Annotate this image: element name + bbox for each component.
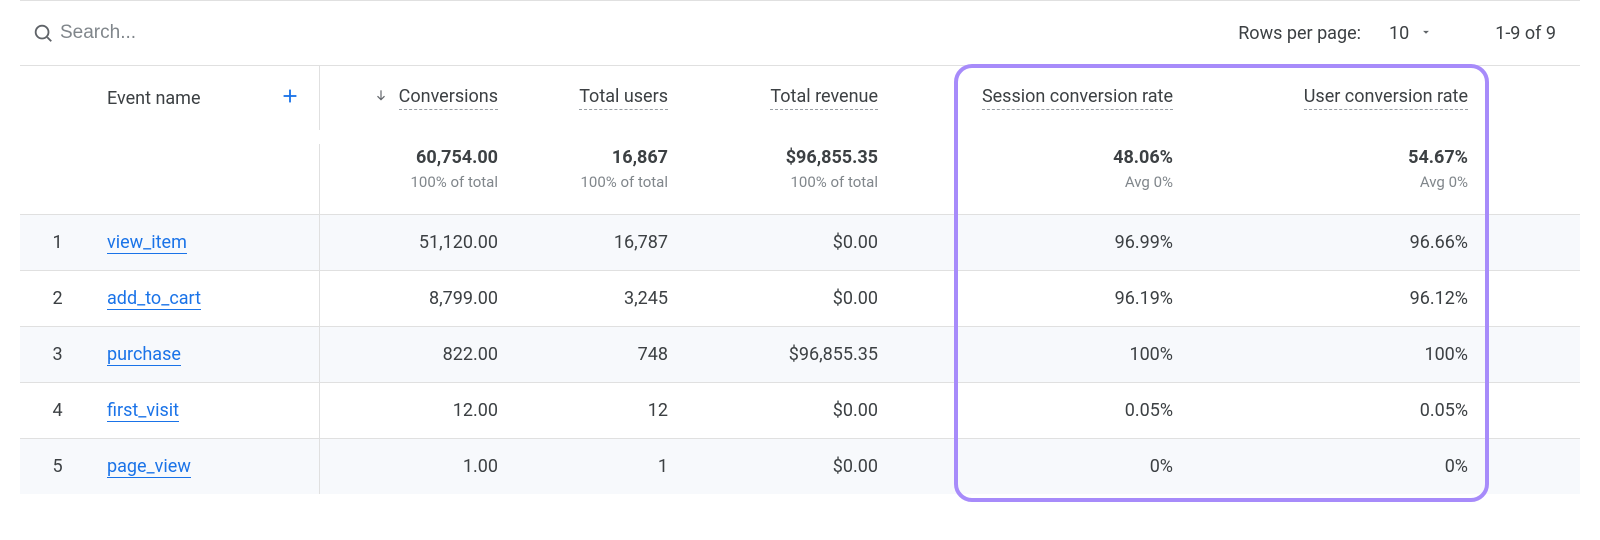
row-index: 2 <box>20 288 95 309</box>
cell-total-revenue: $0.00 <box>680 232 890 253</box>
event-name-cell: first_visit <box>95 383 320 438</box>
rows-per-page-select[interactable]: 10 <box>1389 23 1433 44</box>
cell-session-conversion-rate: 96.19% <box>890 288 1185 309</box>
cell-conversions: 51,120.00 <box>320 232 510 253</box>
cell-user-conversion-rate: 96.12% <box>1185 288 1480 309</box>
table-row: 5 page_view 1.00 1 $0.00 0% 0% <box>20 438 1580 494</box>
events-table: Event name Conversions Total users Total… <box>20 66 1580 494</box>
table-row: 1 view_item 51,120.00 16,787 $0.00 96.99… <box>20 214 1580 270</box>
event-name-cell: view_item <box>95 215 320 270</box>
summary-user-conv-rate: 54.67% <box>1408 144 1468 171</box>
cell-conversions: 12.00 <box>320 400 510 421</box>
page-range: 1-9 of 9 <box>1495 23 1556 44</box>
summary-total-users: 16,867 <box>612 144 668 171</box>
summary-total-revenue: $96,855.35 <box>786 144 878 171</box>
search-icon <box>28 22 58 44</box>
cell-total-revenue: $96,855.35 <box>680 344 890 365</box>
column-header-total-users[interactable]: Total users <box>510 86 680 110</box>
cell-conversions: 1.00 <box>320 456 510 477</box>
event-name-link[interactable]: add_to_cart <box>107 288 201 310</box>
event-name-cell: page_view <box>95 439 320 494</box>
summary-user-conv-rate-sub: Avg 0% <box>1420 171 1468 194</box>
event-name-link[interactable]: first_visit <box>107 400 179 422</box>
cell-session-conversion-rate: 96.99% <box>890 232 1185 253</box>
rows-per-page: Rows per page: 10 1-9 of 9 <box>1238 23 1572 44</box>
summary-session-conv-rate-sub: Avg 0% <box>1125 171 1173 194</box>
cell-total-users: 3,245 <box>510 288 680 309</box>
cell-user-conversion-rate: 0.05% <box>1185 400 1480 421</box>
cell-total-users: 12 <box>510 400 680 421</box>
row-index: 4 <box>20 400 95 421</box>
summary-total-revenue-sub: 100% of total <box>790 171 878 194</box>
sort-descending-icon <box>374 86 392 107</box>
cell-user-conversion-rate: 96.66% <box>1185 232 1480 253</box>
summary-session-conv-rate: 48.06% <box>1113 144 1173 171</box>
event-name-link[interactable]: purchase <box>107 344 181 366</box>
cell-conversions: 8,799.00 <box>320 288 510 309</box>
cell-total-revenue: $0.00 <box>680 456 890 477</box>
summary-total-users-sub: 100% of total <box>580 171 668 194</box>
event-name-link[interactable]: page_view <box>107 456 191 478</box>
rows-per-page-value: 10 <box>1389 23 1409 44</box>
cell-session-conversion-rate: 0% <box>890 456 1185 477</box>
chevron-down-icon <box>1419 23 1433 44</box>
event-name-cell: purchase <box>95 327 320 382</box>
table-row: 4 first_visit 12.00 12 $0.00 0.05% 0.05% <box>20 382 1580 438</box>
search-input[interactable] <box>58 21 1238 45</box>
summary-conversions-sub: 100% of total <box>410 171 498 194</box>
column-header-event-name[interactable]: Event name <box>107 88 201 109</box>
cell-total-users: 16,787 <box>510 232 680 253</box>
cell-session-conversion-rate: 0.05% <box>890 400 1185 421</box>
event-name-link[interactable]: view_item <box>107 232 187 254</box>
cell-conversions: 822.00 <box>320 344 510 365</box>
rows-per-page-label: Rows per page: <box>1238 23 1361 44</box>
row-index: 3 <box>20 344 95 365</box>
table-toolbar: Rows per page: 10 1-9 of 9 <box>20 0 1580 66</box>
table-row: 2 add_to_cart 8,799.00 3,245 $0.00 96.19… <box>20 270 1580 326</box>
cell-user-conversion-rate: 0% <box>1185 456 1480 477</box>
cell-total-users: 1 <box>510 456 680 477</box>
table-header-row: Event name Conversions Total users Total… <box>20 66 1580 130</box>
column-header-user-conversion-rate[interactable]: User conversion rate <box>1185 86 1480 110</box>
row-index: 5 <box>20 456 95 477</box>
cell-total-users: 748 <box>510 344 680 365</box>
column-header-conversions[interactable]: Conversions <box>320 86 510 110</box>
column-header-total-revenue[interactable]: Total revenue <box>680 86 890 110</box>
cell-session-conversion-rate: 100% <box>890 344 1185 365</box>
row-index: 1 <box>20 232 95 253</box>
event-name-cell: add_to_cart <box>95 271 320 326</box>
summary-conversions: 60,754.00 <box>416 144 498 171</box>
cell-total-revenue: $0.00 <box>680 288 890 309</box>
cell-user-conversion-rate: 100% <box>1185 344 1480 365</box>
add-dimension-button[interactable] <box>273 85 307 112</box>
table-summary-row: 60,754.00 100% of total 16,867 100% of t… <box>20 130 1580 214</box>
cell-total-revenue: $0.00 <box>680 400 890 421</box>
table-row: 3 purchase 822.00 748 $96,855.35 100% 10… <box>20 326 1580 382</box>
column-header-session-conversion-rate[interactable]: Session conversion rate <box>890 86 1185 110</box>
